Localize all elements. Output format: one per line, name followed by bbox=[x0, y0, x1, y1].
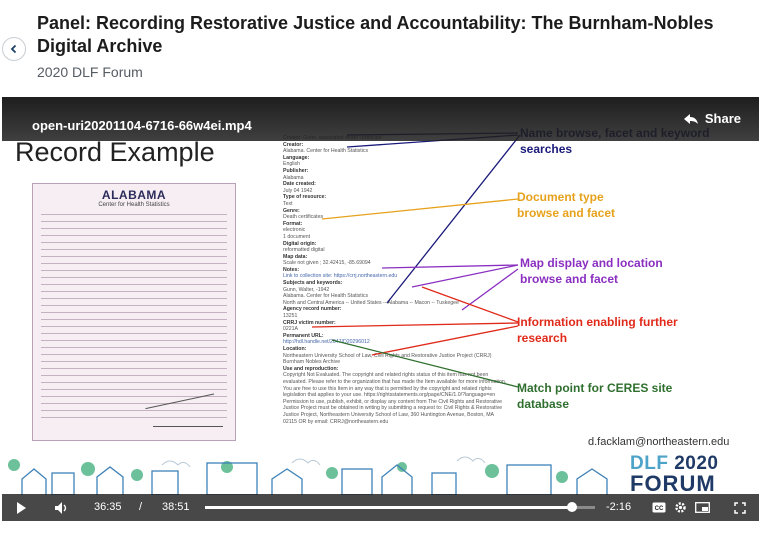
progress-handle[interactable] bbox=[567, 502, 578, 512]
video-controls: 36:35 / 38:51 -2:16 CC bbox=[2, 494, 759, 521]
annotation-map-display: Map display and location browse and face… bbox=[520, 256, 663, 286]
annotation-document-type: Document type browse and facet bbox=[517, 190, 616, 220]
video-filename: open-uri20201104-6716-66w4ei.mp4 bbox=[32, 118, 252, 133]
volume-icon[interactable] bbox=[54, 501, 70, 515]
share-button[interactable]: Share bbox=[683, 111, 741, 126]
progress-fill bbox=[205, 506, 573, 509]
chevron-left-icon bbox=[10, 44, 17, 54]
video-top-bar: open-uri20201104-6716-66w4ei.mp4 Share bbox=[2, 97, 759, 141]
share-label: Share bbox=[704, 111, 741, 126]
back-button[interactable] bbox=[2, 37, 26, 61]
share-arrow-icon bbox=[683, 113, 698, 124]
progress-bar[interactable] bbox=[205, 502, 595, 512]
page-title: Panel: Recording Restorative Justice and… bbox=[37, 13, 714, 56]
town-skyline-illustration bbox=[8, 456, 608, 495]
current-time: 36:35 bbox=[94, 501, 122, 513]
remaining-time: -2:16 bbox=[606, 501, 632, 513]
picture-in-picture-icon[interactable] bbox=[695, 502, 710, 513]
play-icon[interactable] bbox=[16, 502, 27, 514]
annotation-further-research: Information enabling further research bbox=[517, 315, 678, 345]
fullscreen-icon[interactable] bbox=[734, 502, 746, 514]
page-subtitle: 2020 DLF Forum bbox=[37, 64, 143, 80]
svg-text:CC: CC bbox=[655, 506, 664, 512]
total-duration: 38:51 bbox=[162, 501, 190, 513]
time-separator: / bbox=[139, 501, 143, 513]
page: Panel: Recording Restorative Justice and… bbox=[0, 0, 761, 536]
captions-icon[interactable]: CC bbox=[652, 502, 666, 513]
annotation-ceres-match: Match point for CERES site database bbox=[517, 381, 673, 411]
presenter-email: d.facklam@northeastern.edu bbox=[588, 436, 730, 448]
settings-gear-icon[interactable] bbox=[674, 501, 687, 514]
video-player[interactable]: Record Example ALABAMA Center for Health… bbox=[2, 97, 759, 521]
